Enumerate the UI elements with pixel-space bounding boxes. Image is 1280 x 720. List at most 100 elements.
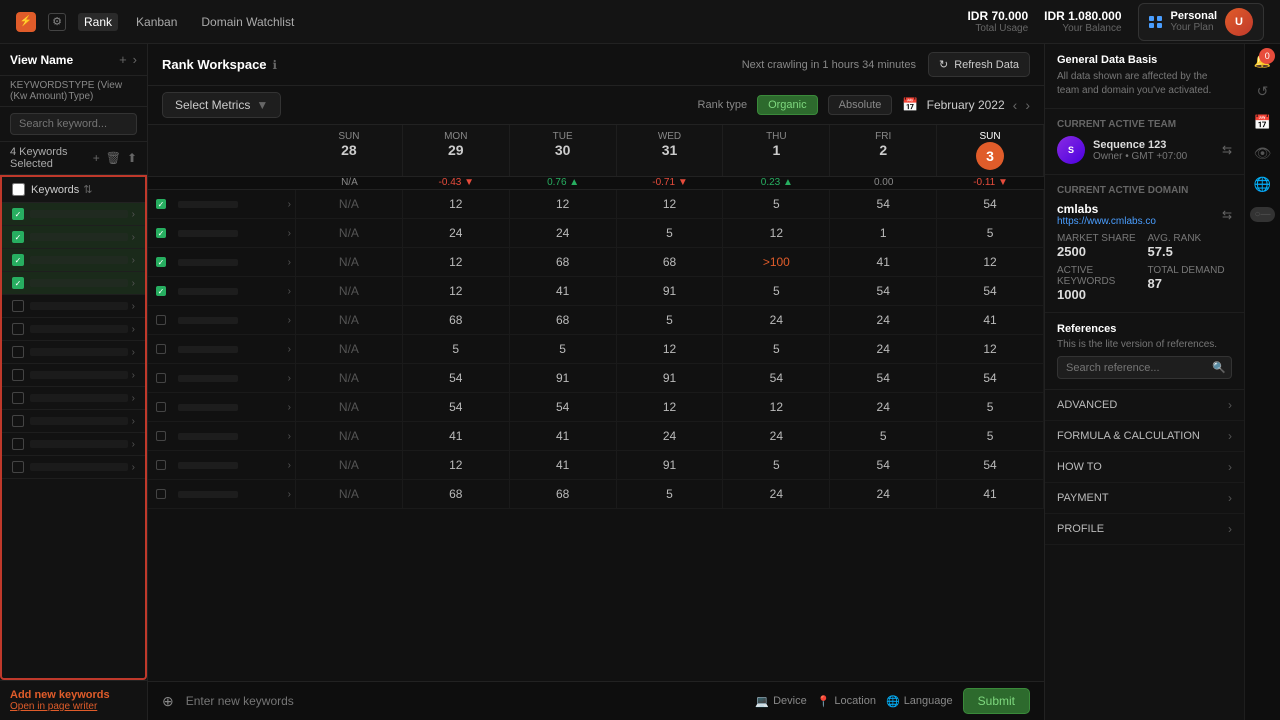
settings-icon[interactable]: ⚙ <box>48 13 66 31</box>
keyword-row[interactable]: › <box>2 456 145 479</box>
kw-checkbox[interactable] <box>12 392 24 404</box>
keyword-row[interactable]: › <box>2 249 145 272</box>
references-search-input[interactable] <box>1066 362 1208 374</box>
row-expand-icon[interactable]: › <box>288 228 291 239</box>
row-expand-icon[interactable]: › <box>288 402 291 413</box>
row-expand-icon[interactable]: › <box>288 373 291 384</box>
date-next-btn[interactable]: › <box>1025 97 1030 113</box>
kw-checkbox[interactable] <box>12 415 24 427</box>
kw-checkbox[interactable] <box>12 300 24 312</box>
eye-icon[interactable]: 👁 <box>1254 145 1272 162</box>
row-expand-icon[interactable]: › <box>288 199 291 210</box>
kw-expand-arrow[interactable]: › <box>132 393 135 404</box>
row-expand-icon[interactable]: › <box>288 286 291 297</box>
kw-checkbox[interactable] <box>12 231 24 243</box>
kw-checkbox[interactable] <box>12 277 24 289</box>
add-keyword-action[interactable]: + <box>93 151 100 165</box>
add-view-btn[interactable]: + <box>119 52 127 67</box>
kw-expand-arrow[interactable]: › <box>132 347 135 358</box>
nav-domain-watchlist[interactable]: Domain Watchlist <box>195 13 300 31</box>
row-checkbox[interactable] <box>156 257 166 267</box>
kw-checkbox[interactable] <box>12 369 24 381</box>
language-filter[interactable]: 🌐 Language <box>886 695 953 708</box>
keyword-row[interactable]: › <box>2 433 145 456</box>
accordion-item[interactable]: FORMULA & CALCULATION › <box>1045 421 1244 452</box>
row-expand-icon[interactable]: › <box>288 431 291 442</box>
workspace-info-icon[interactable]: ℹ <box>273 58 278 72</box>
row-checkbox[interactable] <box>156 373 166 383</box>
accordion-item[interactable]: ADVANCED › <box>1045 390 1244 421</box>
kw-checkbox[interactable] <box>12 254 24 266</box>
kw-checkbox[interactable] <box>12 323 24 335</box>
row-checkbox[interactable] <box>156 315 166 325</box>
history-icon[interactable]: ↺ <box>1257 83 1269 100</box>
globe-icon[interactable]: 🌐 <box>1254 176 1271 193</box>
keyword-row[interactable]: › <box>2 203 145 226</box>
keyword-row[interactable]: › <box>2 364 145 387</box>
kw-expand-arrow[interactable]: › <box>132 439 135 450</box>
kw-expand-arrow[interactable]: › <box>132 462 135 473</box>
type-organic-btn[interactable]: Organic <box>757 95 818 115</box>
keyword-row[interactable]: › <box>2 295 145 318</box>
location-filter[interactable]: 📍 Location <box>817 695 876 708</box>
row-expand-icon[interactable]: › <box>288 460 291 471</box>
keyword-row[interactable]: › <box>2 410 145 433</box>
row-expand-icon[interactable]: › <box>288 489 291 500</box>
row-checkbox[interactable] <box>156 286 166 296</box>
domain-edit-icon[interactable]: ⇆ <box>1222 208 1232 222</box>
accordion-item[interactable]: PROFILE › <box>1045 514 1244 545</box>
keyword-row[interactable]: › <box>2 341 145 364</box>
keyword-search-input[interactable] <box>10 113 137 135</box>
plan-box[interactable]: Personal Your Plan U <box>1138 3 1264 41</box>
device-filter[interactable]: 💻 Device <box>755 695 806 708</box>
user-avatar[interactable]: U <box>1225 8 1253 36</box>
kw-checkbox[interactable] <box>12 461 24 473</box>
kw-expand-arrow[interactable]: › <box>132 416 135 427</box>
keyword-row[interactable]: › <box>2 318 145 341</box>
kw-expand-arrow[interactable]: › <box>132 255 135 266</box>
export-keyword-action[interactable]: ⬆ <box>127 151 137 165</box>
submit-btn[interactable]: Submit <box>963 688 1030 714</box>
row-expand-icon[interactable]: › <box>288 315 291 326</box>
kw-expand-arrow[interactable]: › <box>132 232 135 243</box>
row-checkbox[interactable] <box>156 460 166 470</box>
row-checkbox[interactable] <box>156 344 166 354</box>
add-kw-bottom-icon[interactable]: ⊕ <box>162 693 174 710</box>
notification-icon[interactable]: 🔔 0 <box>1254 52 1271 69</box>
sort-icon[interactable]: ⇅ <box>83 183 92 196</box>
type-absolute-btn[interactable]: Absolute <box>828 95 893 115</box>
date-prev-btn[interactable]: ‹ <box>1013 97 1018 113</box>
kw-checkbox[interactable] <box>12 346 24 358</box>
kw-checkbox[interactable] <box>12 438 24 450</box>
open-page-writer-link[interactable]: Open in page writer <box>10 701 137 712</box>
select-metrics-btn[interactable]: Select Metrics ▼ <box>162 92 281 118</box>
nav-kanban[interactable]: Kanban <box>130 13 183 31</box>
new-keyword-input[interactable] <box>186 694 744 708</box>
row-expand-icon[interactable]: › <box>288 257 291 268</box>
row-checkbox[interactable] <box>156 402 166 412</box>
kw-expand-arrow[interactable]: › <box>132 370 135 381</box>
kw-expand-arrow[interactable]: › <box>132 324 135 335</box>
kw-expand-arrow[interactable]: › <box>132 301 135 312</box>
toggle-icon[interactable]: ○— <box>1250 207 1274 222</box>
refresh-data-btn[interactable]: ↻ Refresh Data <box>928 52 1030 77</box>
team-edit-icon[interactable]: ⇆ <box>1222 143 1232 157</box>
row-expand-icon[interactable]: › <box>288 344 291 355</box>
row-checkbox[interactable] <box>156 489 166 499</box>
keyword-row[interactable]: › <box>2 387 145 410</box>
row-checkbox[interactable] <box>156 431 166 441</box>
accordion-item[interactable]: PAYMENT › <box>1045 483 1244 514</box>
row-checkbox[interactable] <box>156 228 166 238</box>
keyword-row[interactable]: › <box>2 272 145 295</box>
add-keywords-label[interactable]: Add new keywords <box>10 689 137 701</box>
row-checkbox[interactable] <box>156 199 166 209</box>
nav-forward-btn[interactable]: › <box>133 52 137 67</box>
kw-expand-arrow[interactable]: › <box>132 278 135 289</box>
keyword-row[interactable]: › <box>2 226 145 249</box>
calendar-side-icon[interactable]: 📅 <box>1254 114 1271 131</box>
kw-checkbox[interactable] <box>12 208 24 220</box>
kw-expand-arrow[interactable]: › <box>132 209 135 220</box>
delete-keyword-action[interactable]: 🗑 <box>106 151 121 165</box>
select-all-checkbox[interactable] <box>12 183 25 196</box>
accordion-item[interactable]: HOW TO › <box>1045 452 1244 483</box>
